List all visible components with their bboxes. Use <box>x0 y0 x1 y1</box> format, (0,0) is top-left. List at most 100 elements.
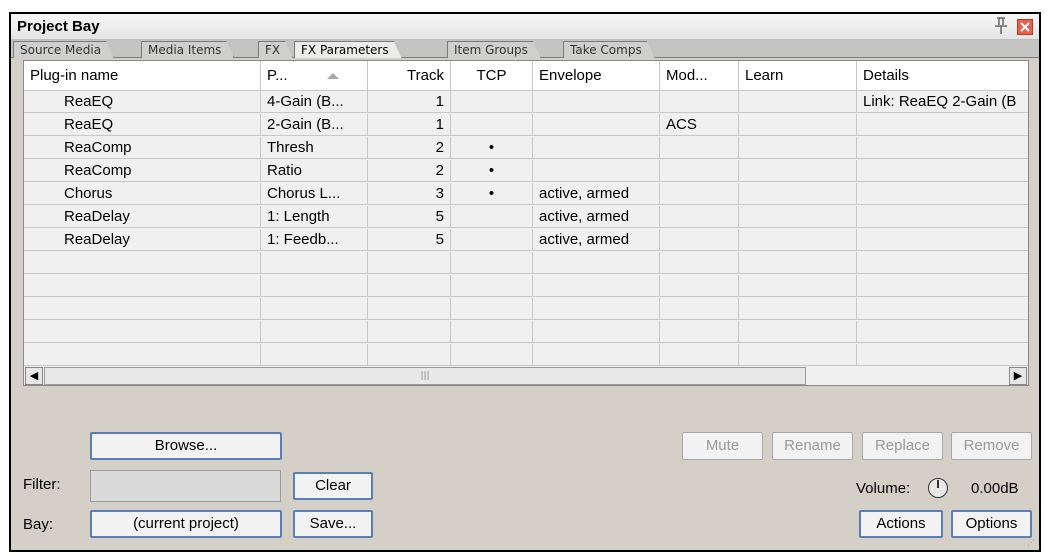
cell-tcp <box>451 275 533 297</box>
tab-item-groups[interactable]: Item Groups <box>447 41 541 58</box>
cell-details <box>857 229 1028 251</box>
fx-parameters-table: Plug-in name P... Track TCP Envelope Mod… <box>23 60 1029 386</box>
empty-table-row <box>24 344 1028 366</box>
cell-envelope <box>533 252 660 274</box>
filter-input[interactable] <box>90 470 281 502</box>
sort-ascending-icon <box>327 73 339 79</box>
actions-button[interactable]: Actions <box>859 510 943 538</box>
cell-learn <box>739 298 857 320</box>
cell-parameter: Thresh <box>261 137 368 159</box>
tab-fx[interactable]: FX <box>258 41 293 58</box>
cell-track: 5 <box>368 206 451 228</box>
cell-parameter: Ratio <box>261 160 368 182</box>
table-row[interactable]: ReaComp Ratio 2 • <box>24 160 1028 182</box>
table-row[interactable]: ReaDelay 1: Feedb... 5 active, armed <box>24 229 1028 251</box>
close-icon[interactable] <box>1017 19 1033 35</box>
cell-plugin-name: Chorus <box>24 183 261 205</box>
cell-parameter <box>261 252 368 274</box>
cell-envelope <box>533 275 660 297</box>
cell-tcp <box>451 114 533 136</box>
tab-source-media[interactable]: Source Media <box>13 41 114 58</box>
mute-button[interactable]: Mute <box>682 432 763 460</box>
resize-grip-icon[interactable]: ⋰ <box>1027 538 1037 548</box>
project-bay-window: Project Bay Source Media Media Items FX … <box>9 12 1041 552</box>
cell-plugin-name <box>24 252 261 274</box>
cell-plugin-name: ReaDelay <box>24 229 261 251</box>
table-row[interactable]: ReaComp Thresh 2 • <box>24 137 1028 159</box>
table-row[interactable]: ReaEQ 4-Gain (B... 1 Link: ReaEQ 2-Gain (B <box>24 91 1028 113</box>
column-header-tcp[interactable]: TCP <box>451 61 533 91</box>
column-header-envelope[interactable]: Envelope <box>533 61 660 91</box>
column-header-parameter[interactable]: P... <box>261 61 368 91</box>
cell-details <box>857 321 1028 343</box>
cell-modulation <box>660 206 739 228</box>
replace-button[interactable]: Replace <box>862 432 943 460</box>
cell-learn <box>739 114 857 136</box>
cell-envelope <box>533 114 660 136</box>
tab-strip: Source Media Media Items FX FX Parameter… <box>11 40 1039 58</box>
cell-track: 1 <box>368 114 451 136</box>
cell-learn <box>739 321 857 343</box>
cell-tcp <box>451 321 533 343</box>
cell-tcp: • <box>451 160 533 182</box>
table-row[interactable]: ReaEQ 2-Gain (B... 1 ACS <box>24 114 1028 136</box>
scroll-thumb[interactable]: ||| <box>44 367 806 385</box>
cell-tcp <box>451 91 533 113</box>
clear-button[interactable]: Clear <box>293 472 373 500</box>
column-header-modulation[interactable]: Mod... <box>660 61 739 91</box>
cell-modulation <box>660 160 739 182</box>
cell-envelope: active, armed <box>533 183 660 205</box>
tab-fx-parameters[interactable]: FX Parameters <box>294 41 402 58</box>
cell-envelope <box>533 160 660 182</box>
save-button[interactable]: Save... <box>293 510 373 538</box>
cell-details: Link: ReaEQ 2-Gain (B <box>863 93 1017 110</box>
cell-details <box>857 137 1028 159</box>
cell-track <box>368 298 451 320</box>
cell-details <box>857 183 1028 205</box>
column-header-track[interactable]: Track <box>368 61 451 91</box>
cell-details <box>857 298 1028 320</box>
cell-tcp <box>451 298 533 320</box>
rename-button[interactable]: Rename <box>772 432 853 460</box>
remove-button[interactable]: Remove <box>951 432 1032 460</box>
cell-details <box>857 114 1028 136</box>
column-header-learn[interactable]: Learn <box>739 61 857 91</box>
bay-selector[interactable]: (current project) <box>90 510 282 538</box>
column-header-plugin-name[interactable]: Plug-in name <box>24 61 261 91</box>
browse-button[interactable]: Browse... <box>90 432 282 460</box>
table-row[interactable]: Chorus Chorus L... 3 • active, armed <box>24 183 1028 205</box>
cell-learn <box>739 160 857 182</box>
horizontal-scrollbar[interactable]: ◀ ||| ▶ <box>24 365 1028 385</box>
cell-parameter <box>261 344 368 366</box>
empty-table-row <box>24 275 1028 297</box>
table-row[interactable]: ReaDelay 1: Length 5 active, armed <box>24 206 1028 228</box>
cell-details <box>857 160 1028 182</box>
cell-track: 2 <box>368 137 451 159</box>
pin-icon[interactable] <box>993 17 1009 35</box>
cell-tcp <box>451 344 533 366</box>
tab-media-items[interactable]: Media Items <box>141 41 234 58</box>
cell-plugin-name <box>24 321 261 343</box>
cell-modulation <box>660 91 739 113</box>
column-header-details[interactable]: Details <box>857 61 1028 91</box>
cell-modulation <box>660 344 739 366</box>
cell-plugin-name: ReaEQ <box>24 91 261 113</box>
scroll-left-icon[interactable]: ◀ <box>25 367 43 385</box>
cell-details <box>857 275 1028 297</box>
cell-envelope <box>533 344 660 366</box>
options-button[interactable]: Options <box>951 510 1032 538</box>
scroll-right-icon[interactable]: ▶ <box>1009 367 1027 385</box>
bay-label: Bay: <box>23 516 54 533</box>
cell-envelope <box>533 137 660 159</box>
cell-parameter: 2-Gain (B... <box>261 114 368 136</box>
cell-parameter <box>261 321 368 343</box>
window-title: Project Bay <box>17 18 100 35</box>
volume-label: Volume: <box>856 480 911 497</box>
tab-take-comps[interactable]: Take Comps <box>563 41 655 58</box>
cell-learn <box>739 91 857 113</box>
column-header-parameter-label: P... <box>267 67 288 84</box>
cell-learn <box>739 252 857 274</box>
cell-parameter <box>261 275 368 297</box>
volume-knob-icon[interactable] <box>928 478 948 498</box>
cell-track: 3 <box>368 183 451 205</box>
